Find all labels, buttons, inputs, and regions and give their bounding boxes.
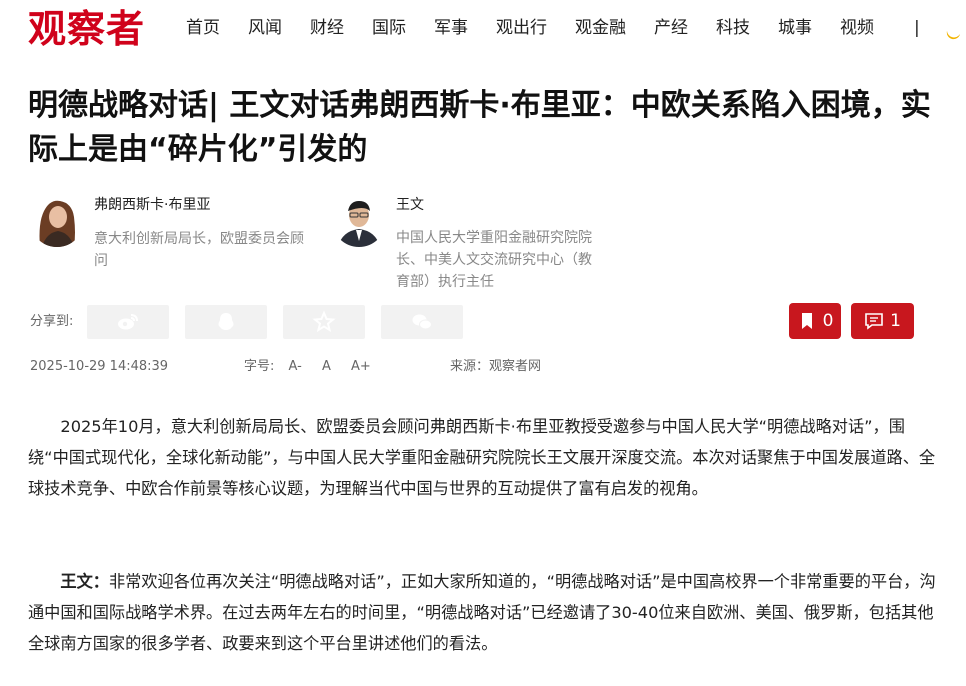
comment-icon: [865, 313, 883, 330]
share-wechat-button[interactable]: [381, 305, 463, 339]
paragraph-text: 2025年10月，意大利创新局局长、欧盟委员会顾问弗朗西斯卡·布里亚教授受邀参与…: [28, 417, 936, 498]
share-qq-button[interactable]: [185, 305, 267, 339]
publish-date: 2025-10-29 14:48:39: [30, 359, 169, 374]
weibo-icon: [118, 314, 138, 330]
font-increase-button[interactable]: A+: [351, 359, 371, 374]
main-nav: 首页 风闻 财经 国际 军事 观出行 观金融 产经 科技 城事 视频: [186, 16, 902, 40]
paragraph-text: 非常欢迎各位再次关注“明德战略对话”，正如大家所知道的，“明德战略对话”是中国高…: [28, 572, 936, 653]
bookmark-button[interactable]: 0: [789, 303, 841, 339]
share-weibo-button[interactable]: [87, 305, 169, 339]
nav-item-fengwen[interactable]: 风闻: [248, 16, 282, 40]
top-navigation-bar: 观察者 首页 风闻 财经 国际 军事 观出行 观金融 产经 科技 城事 视频 |: [0, 0, 966, 62]
share-label: 分享到:: [30, 314, 74, 329]
author-desc-bria: 意大利创新局局长，欧盟委员会顾问: [94, 231, 304, 269]
moon-icon[interactable]: [944, 22, 962, 40]
author-avatar-bria[interactable]: [30, 193, 84, 247]
article-source: 来源：观察者网: [450, 359, 542, 374]
share-qzone-button[interactable]: [283, 305, 365, 339]
nav-item-financial[interactable]: 观金融: [575, 16, 626, 40]
nav-separator: |: [914, 18, 920, 38]
qq-icon: [218, 313, 234, 330]
nav-item-tech[interactable]: 科技: [716, 16, 750, 40]
author-avatar-wangwen[interactable]: [332, 193, 386, 247]
font-size-control: 字号: A- A A+: [244, 357, 371, 377]
article-title: 明德战略对话| 王文对话弗朗西斯卡·布里亚：中欧关系陷入困境，实际上是由“碎片化…: [28, 88, 931, 167]
comment-count: 1: [890, 311, 901, 331]
bookmark-icon: [801, 313, 812, 329]
article-paragraph-dialogue: 王文：非常欢迎各位再次关注“明德战略对话”，正如大家所知道的，“明德战略对话”是…: [28, 566, 940, 659]
comment-button[interactable]: 1: [851, 303, 914, 339]
nav-item-international[interactable]: 国际: [372, 16, 406, 40]
font-normal-button[interactable]: A: [322, 359, 331, 374]
nav-item-city[interactable]: 城事: [778, 16, 812, 40]
author-name-wangwen[interactable]: 王文: [396, 195, 424, 215]
nav-item-industry[interactable]: 产经: [654, 16, 688, 40]
nav-item-home[interactable]: 首页: [186, 16, 220, 40]
nav-item-travel[interactable]: 观出行: [496, 16, 547, 40]
speaker-label: 王文：: [60, 572, 109, 591]
author-name-bria[interactable]: 弗朗西斯卡·布里亚: [94, 195, 210, 215]
bookmark-count: 0: [822, 311, 834, 331]
font-size-label: 字号:: [244, 359, 275, 374]
font-decrease-button[interactable]: A-: [289, 359, 302, 374]
author-desc-wangwen: 中国人民大学重阳金融研究院院长、中美人文交流研究中心（教育部）执行主任: [396, 230, 592, 290]
nav-item-finance[interactable]: 财经: [310, 16, 344, 40]
site-logo[interactable]: 观察者: [28, 4, 145, 54]
star-icon: [312, 310, 336, 333]
nav-item-military[interactable]: 军事: [434, 16, 468, 40]
article-paragraph-intro: 2025年10月，意大利创新局局长、欧盟委员会顾问弗朗西斯卡·布里亚教授受邀参与…: [28, 411, 940, 504]
wechat-icon: [412, 314, 432, 330]
nav-item-video[interactable]: 视频: [840, 16, 874, 40]
